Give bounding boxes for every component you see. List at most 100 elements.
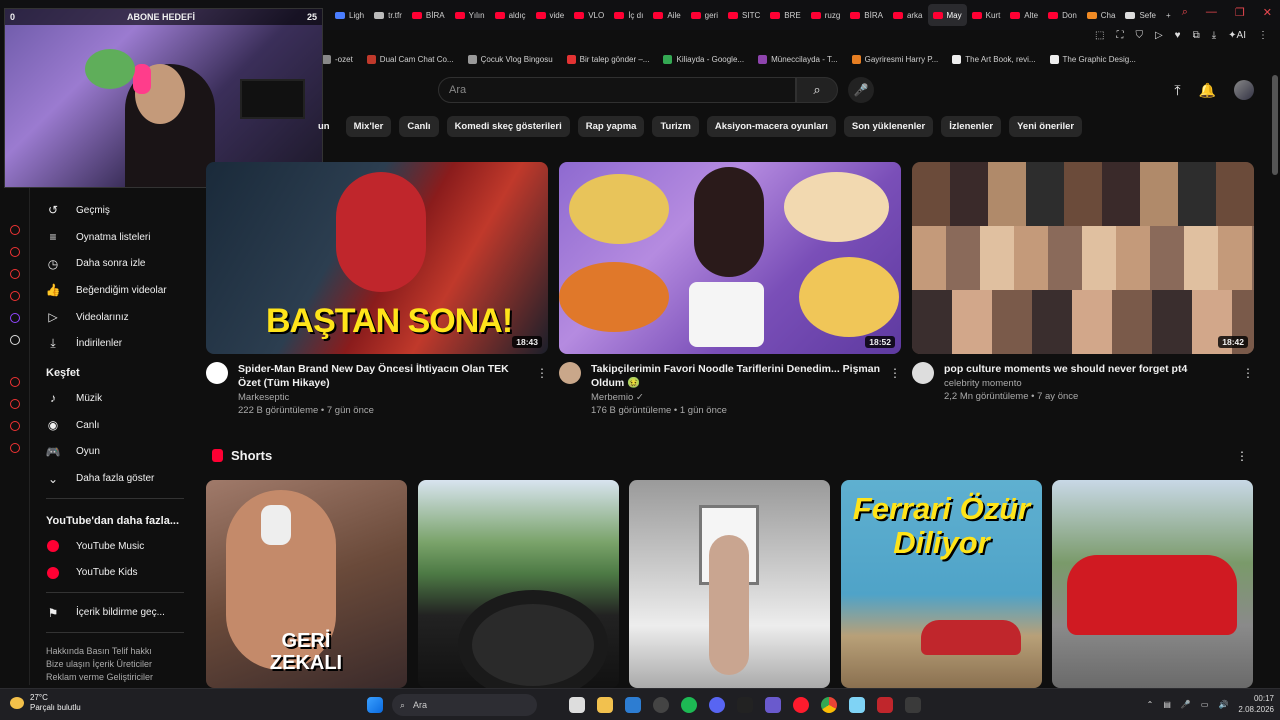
browser-tab[interactable]: Kurt	[967, 4, 1006, 26]
file-icon[interactable]	[569, 697, 585, 713]
page-scrollbar[interactable]	[1272, 75, 1278, 175]
sidebar-app-icon[interactable]	[9, 291, 20, 301]
x-icon[interactable]	[9, 335, 20, 345]
video-title[interactable]: Spider-Man Brand New Day Öncesi İhtiyacı…	[238, 362, 528, 390]
video-title[interactable]: pop culture moments we should never forg…	[944, 362, 1234, 376]
search-input[interactable]: Ara	[438, 77, 796, 103]
spotify-icon[interactable]	[681, 697, 697, 713]
ai-icon[interactable]: ✦AI	[1228, 30, 1246, 46]
app-icon[interactable]	[737, 697, 753, 713]
browser-tab[interactable]: Alte	[1005, 4, 1043, 26]
bookmark-item[interactable]: Dual Cam Chat Co...	[366, 54, 454, 64]
browser-tab[interactable]: BİRA	[407, 4, 450, 26]
browser-tab[interactable]: Ligh	[330, 4, 369, 26]
search-tabs-icon[interactable]: ⌕	[1182, 6, 1188, 19]
browser-tab[interactable]: tr.tfr	[369, 4, 407, 26]
sidebar-item[interactable]: ⌄ Daha fazla göster	[30, 465, 200, 492]
video-thumbnail[interactable]: BAŞTAN SONA! 18:43	[206, 162, 548, 354]
sidebar-item[interactable]: ↺ Geçmiş	[30, 197, 200, 224]
close-button[interactable]: ✕	[1263, 6, 1272, 19]
app-icon[interactable]	[765, 697, 781, 713]
category-chip[interactable]: Komedi skeç gösterileri	[446, 116, 570, 137]
menu-icon[interactable]: ⋮	[1258, 30, 1268, 46]
bookmark-item[interactable]: Kiliayda - Google...	[663, 54, 744, 64]
channel-avatar[interactable]	[206, 362, 228, 384]
bookmark-item[interactable]: Gayriresmi Harry P...	[851, 54, 938, 64]
display-icon[interactable]: ▭	[1201, 700, 1209, 709]
bookmark-item[interactable]: Çocuk Vlog Bingosu	[467, 54, 553, 64]
speaker-icon[interactable]: 🔊	[1218, 700, 1228, 709]
browser-tab[interactable]: İç dı	[609, 4, 648, 26]
browser-tab[interactable]: VLO	[569, 4, 609, 26]
folder-icon[interactable]	[597, 697, 613, 713]
more-options-icon[interactable]: ⋮	[1236, 449, 1248, 463]
short-card[interactable]: GERİ ZEKALI	[206, 480, 407, 688]
short-card[interactable]	[629, 480, 830, 688]
app-icon[interactable]	[877, 697, 893, 713]
category-chip[interactable]: Turizm	[652, 116, 699, 137]
browser-tab[interactable]: vide	[531, 4, 570, 26]
category-chip[interactable]: Aksiyon-macera oyunları	[706, 116, 836, 137]
category-chip[interactable]: Rap yapma	[577, 116, 645, 137]
windows-start-icon[interactable]	[367, 697, 383, 713]
report-history-item[interactable]: ⚑ İçerik bildirme geç...	[30, 599, 200, 626]
obs-icon[interactable]	[653, 697, 669, 713]
sidebar-app-icon[interactable]	[9, 247, 20, 257]
more-options-icon[interactable]: ⋮	[889, 366, 901, 380]
browser-tab[interactable]: ruzg	[806, 4, 846, 26]
sidebar-item[interactable]: YouTube Music	[30, 533, 200, 560]
browser-tab[interactable]: Cha	[1082, 4, 1121, 26]
video-thumbnail[interactable]: 18:42	[912, 162, 1254, 354]
category-chip[interactable]: İzlenenler	[941, 116, 1002, 137]
channel-name[interactable]: celebrity momento	[944, 378, 1234, 389]
search-button[interactable]: ⌕	[796, 77, 838, 103]
sidebar-item[interactable]: ◉ Canlı	[30, 412, 200, 439]
download-icon[interactable]: ⤓	[1212, 30, 1216, 46]
video-card[interactable]: 18:42 pop culture moments we should neve…	[912, 162, 1254, 402]
browser-tab[interactable]: Don	[1043, 4, 1082, 26]
discord-icon[interactable]	[709, 697, 725, 713]
sidebar-item[interactable]: ♪ Müzik	[30, 385, 200, 412]
bell-icon[interactable]: 🔔	[1199, 82, 1216, 99]
short-card[interactable]	[418, 480, 619, 688]
shield-icon[interactable]: ⛉	[1135, 30, 1143, 46]
browser-tab[interactable]: BRE	[765, 4, 805, 26]
heart-icon[interactable]: ♥	[1175, 30, 1181, 46]
browser-tab[interactable]: Sefe	[1120, 4, 1160, 26]
sidebar-app-icon[interactable]	[9, 377, 20, 387]
twitch-icon[interactable]	[9, 313, 20, 323]
bookmark-item[interactable]: The Graphic Desig...	[1049, 54, 1136, 64]
browser-tab[interactable]: Yılın	[450, 4, 490, 26]
sidebar-item[interactable]: ⤓ İndirilenler	[30, 330, 200, 357]
sidebar-item[interactable]: ≡ Oynatma listeleri	[30, 224, 200, 251]
video-card[interactable]: BAŞTAN SONA! 18:43 Spider-Man Brand New …	[206, 162, 548, 416]
sidebar-item[interactable]: 👍 Beğendiğim videolar	[30, 277, 200, 304]
avatar[interactable]	[1234, 80, 1254, 100]
clock[interactable]: 00:17 2.08.2026	[1238, 693, 1274, 715]
taskbar-search[interactable]: ⌕ Ara	[392, 694, 537, 716]
sidebar-item[interactable]: YouTube Kids	[30, 560, 200, 587]
channel-name[interactable]: Merbemio ✓	[591, 392, 881, 403]
sidebar-app-icon[interactable]	[9, 421, 20, 431]
category-chip[interactable]: Canlı	[399, 116, 439, 137]
chevron-up-icon[interactable]: ⌃	[1147, 700, 1154, 709]
screenshot-icon[interactable]: ⛶	[1116, 30, 1123, 46]
sidebar-item[interactable]: 🎮 Oyun	[30, 439, 200, 466]
category-chip[interactable]: Son yüklenenler	[843, 116, 934, 137]
video-card[interactable]: 18:52 Takipçilerimin Favori Noodle Tarif…	[559, 162, 901, 416]
notepad-icon[interactable]	[849, 697, 865, 713]
browser-tab[interactable]: arka	[888, 4, 928, 26]
settings-icon[interactable]	[9, 443, 20, 453]
chrome-icon[interactable]	[821, 697, 837, 713]
browser-tab[interactable]: Aile	[648, 4, 685, 26]
bookmark-item[interactable]: Müneccilayda - T...	[758, 54, 838, 64]
sidebar-item[interactable]: ▷ Videolarınız	[30, 304, 200, 331]
minimize-button[interactable]: —	[1206, 6, 1217, 19]
video-thumbnail[interactable]: 18:52	[559, 162, 901, 354]
bookmark-item[interactable]: The Art Book, revi...	[952, 54, 1036, 64]
voice-search-button[interactable]: 🎤	[848, 77, 874, 103]
upload-icon[interactable]: ⤒	[1174, 82, 1180, 99]
app-icon[interactable]	[625, 697, 641, 713]
browser-tab[interactable]: geri	[686, 4, 723, 26]
short-card[interactable]: Ferrari Özür Diliyor	[841, 480, 1042, 688]
